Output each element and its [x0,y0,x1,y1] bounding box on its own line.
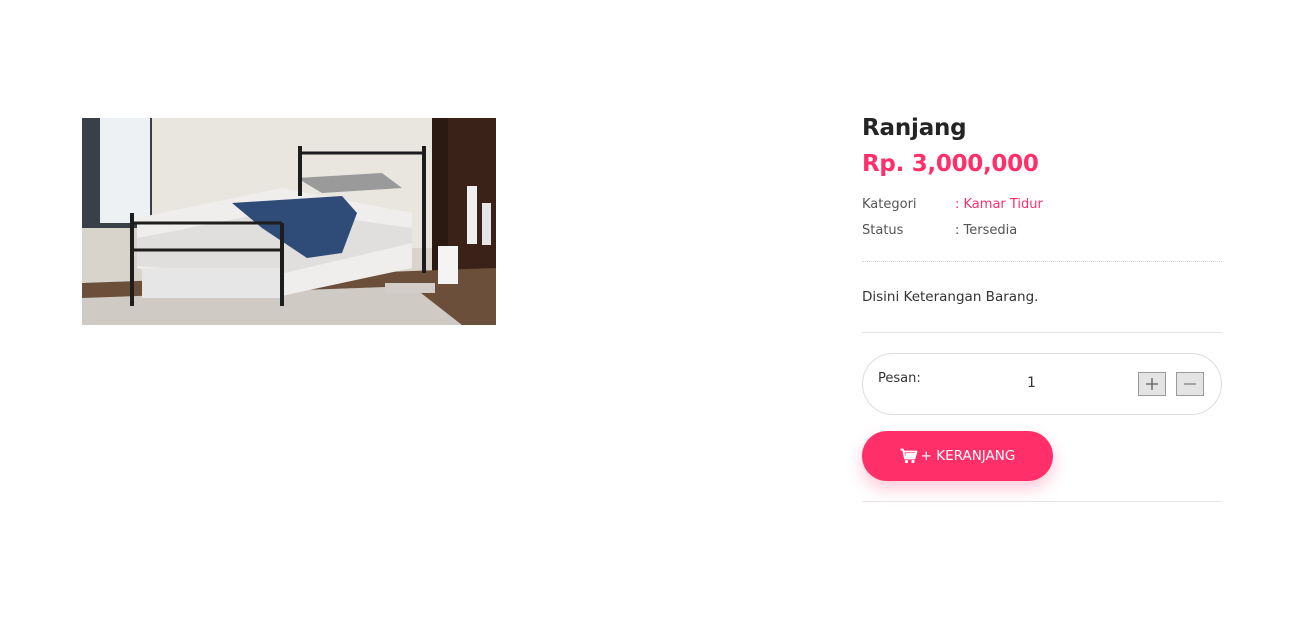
meta-row-category: Kategori : Kamar Tidur [862,192,1222,218]
divider [862,501,1222,502]
divider [862,332,1222,333]
quantity-label: Pesan: [878,371,921,386]
add-to-cart-label: + KERANJANG [920,448,1016,464]
quantity-minus-button[interactable] [1176,372,1204,396]
quantity-value[interactable]: 1 [1027,375,1036,391]
product-meta: Kategori : Kamar Tidur Status : Tersedia [862,192,1222,244]
quantity-plus-button[interactable] [1138,372,1166,396]
product-price: Rp. 3,000,000 [862,151,1039,177]
shopping-cart-icon [900,448,918,464]
quantity-selector: Pesan: 1 [862,353,1222,415]
product-title: Ranjang [862,115,967,141]
product-image [82,118,496,325]
category-label: Kategori [862,197,917,212]
status-label: Status [862,223,904,238]
category-link[interactable]: : Kamar Tidur [955,192,1043,218]
status-value: : Tersedia [955,223,1018,238]
product-details: Ranjang Rp. 3,000,000 Kategori : Kamar T… [862,112,1222,502]
plus-icon [1146,378,1158,390]
product-detail-page: Ranjang Rp. 3,000,000 Kategori : Kamar T… [0,0,1289,622]
add-to-cart-button[interactable]: + KERANJANG [862,431,1053,481]
minus-icon [1184,383,1196,385]
product-description: Disini Keterangan Barang. [862,289,1039,305]
divider [862,261,1222,262]
meta-row-status: Status : Tersedia [862,218,1222,244]
